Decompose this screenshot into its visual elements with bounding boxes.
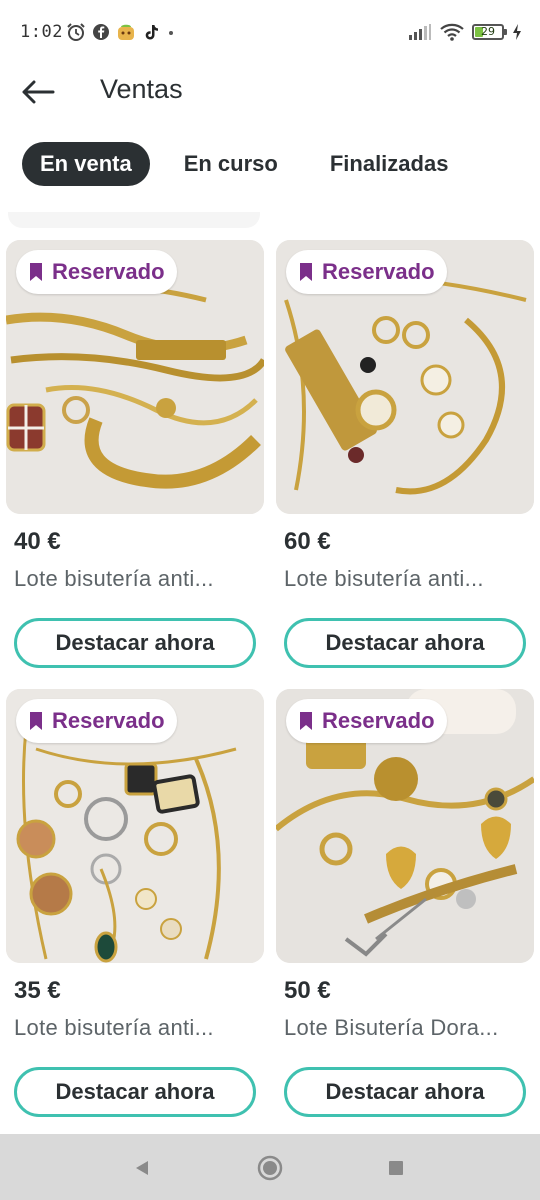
- feature-now-button[interactable]: Destacar ahora: [284, 618, 526, 668]
- reserved-label: Reservado: [322, 259, 435, 284]
- product-card[interactable]: Reservado 40 € Lote bisutería anti... De…: [6, 240, 264, 668]
- reserved-label: Reservado: [322, 708, 435, 733]
- tab-en-curso[interactable]: En curso: [166, 142, 296, 186]
- home-circle-icon: [257, 1155, 283, 1181]
- item-title: Lote bisutería anti...: [14, 1015, 214, 1040]
- facebook-icon: [93, 24, 109, 40]
- bookmark-icon: [30, 712, 42, 730]
- product-card[interactable]: Reservado 60 € Lote bisutería anti... De…: [276, 240, 534, 668]
- reserved-badge: Reservado: [16, 699, 177, 743]
- reserved-badge: Reservado: [16, 250, 177, 294]
- battery-level: 29: [481, 25, 495, 38]
- product-image[interactable]: Reservado: [6, 689, 264, 963]
- nav-recents-button[interactable]: [382, 1154, 410, 1182]
- product-card[interactable]: Reservado 35 € Lote bisutería anti... De…: [6, 689, 264, 1117]
- charging-icon: [513, 24, 521, 40]
- product-image[interactable]: Reservado: [276, 240, 534, 514]
- recents-square-icon: [389, 1161, 403, 1175]
- tab-finalizadas[interactable]: Finalizadas: [312, 142, 467, 186]
- product-card[interactable]: Reservado 50 € Lote Bisutería Dora... De…: [276, 689, 534, 1117]
- product-image[interactable]: Reservado: [276, 689, 534, 963]
- system-nav-bar: [0, 1134, 540, 1200]
- status-system-icons: 29: [408, 21, 522, 43]
- dot-icon: [169, 31, 173, 35]
- alarm-icon: [67, 23, 85, 41]
- reserved-badge: Reservado: [286, 250, 447, 294]
- arrow-left-icon: [22, 80, 55, 104]
- item-price: 60 €: [284, 528, 331, 555]
- previous-card-edge: [8, 212, 260, 228]
- bookmark-icon: [300, 712, 312, 730]
- back-triangle-icon: [136, 1161, 148, 1175]
- feature-now-button[interactable]: Destacar ahora: [284, 1067, 526, 1117]
- item-title: Lote bisutería anti...: [14, 566, 214, 591]
- sales-tabs: En venta En curso Finalizadas: [22, 142, 466, 186]
- nav-back-button[interactable]: [128, 1154, 156, 1182]
- status-time: 1:02: [20, 22, 63, 42]
- bookmark-icon: [300, 263, 312, 281]
- item-price: 40 €: [14, 528, 61, 555]
- reserved-label: Reservado: [52, 708, 165, 733]
- item-title: Lote bisutería anti...: [284, 566, 484, 591]
- tab-en-venta[interactable]: En venta: [22, 142, 150, 186]
- status-bar: 1:02 29: [0, 0, 540, 64]
- nav-home-button[interactable]: [256, 1154, 284, 1182]
- signal-icon: [409, 24, 431, 40]
- feature-now-button[interactable]: Destacar ahora: [14, 618, 256, 668]
- tiktok-icon: [145, 25, 158, 40]
- bookmark-icon: [30, 263, 42, 281]
- back-button[interactable]: [18, 72, 58, 112]
- status-notification-icons: [66, 21, 176, 43]
- app-icon: [118, 24, 134, 40]
- item-price: 35 €: [14, 977, 61, 1004]
- item-title: Lote Bisutería Dora...: [284, 1015, 499, 1040]
- battery-icon: 29: [472, 24, 507, 40]
- wifi-icon: [440, 23, 464, 41]
- item-price: 50 €: [284, 977, 331, 1004]
- reserved-badge: Reservado: [286, 699, 447, 743]
- top-app-bar: Ventas: [0, 64, 540, 120]
- product-image[interactable]: Reservado: [6, 240, 264, 514]
- page-title: Ventas: [100, 74, 183, 104]
- reserved-label: Reservado: [52, 259, 165, 284]
- feature-now-button[interactable]: Destacar ahora: [14, 1067, 256, 1117]
